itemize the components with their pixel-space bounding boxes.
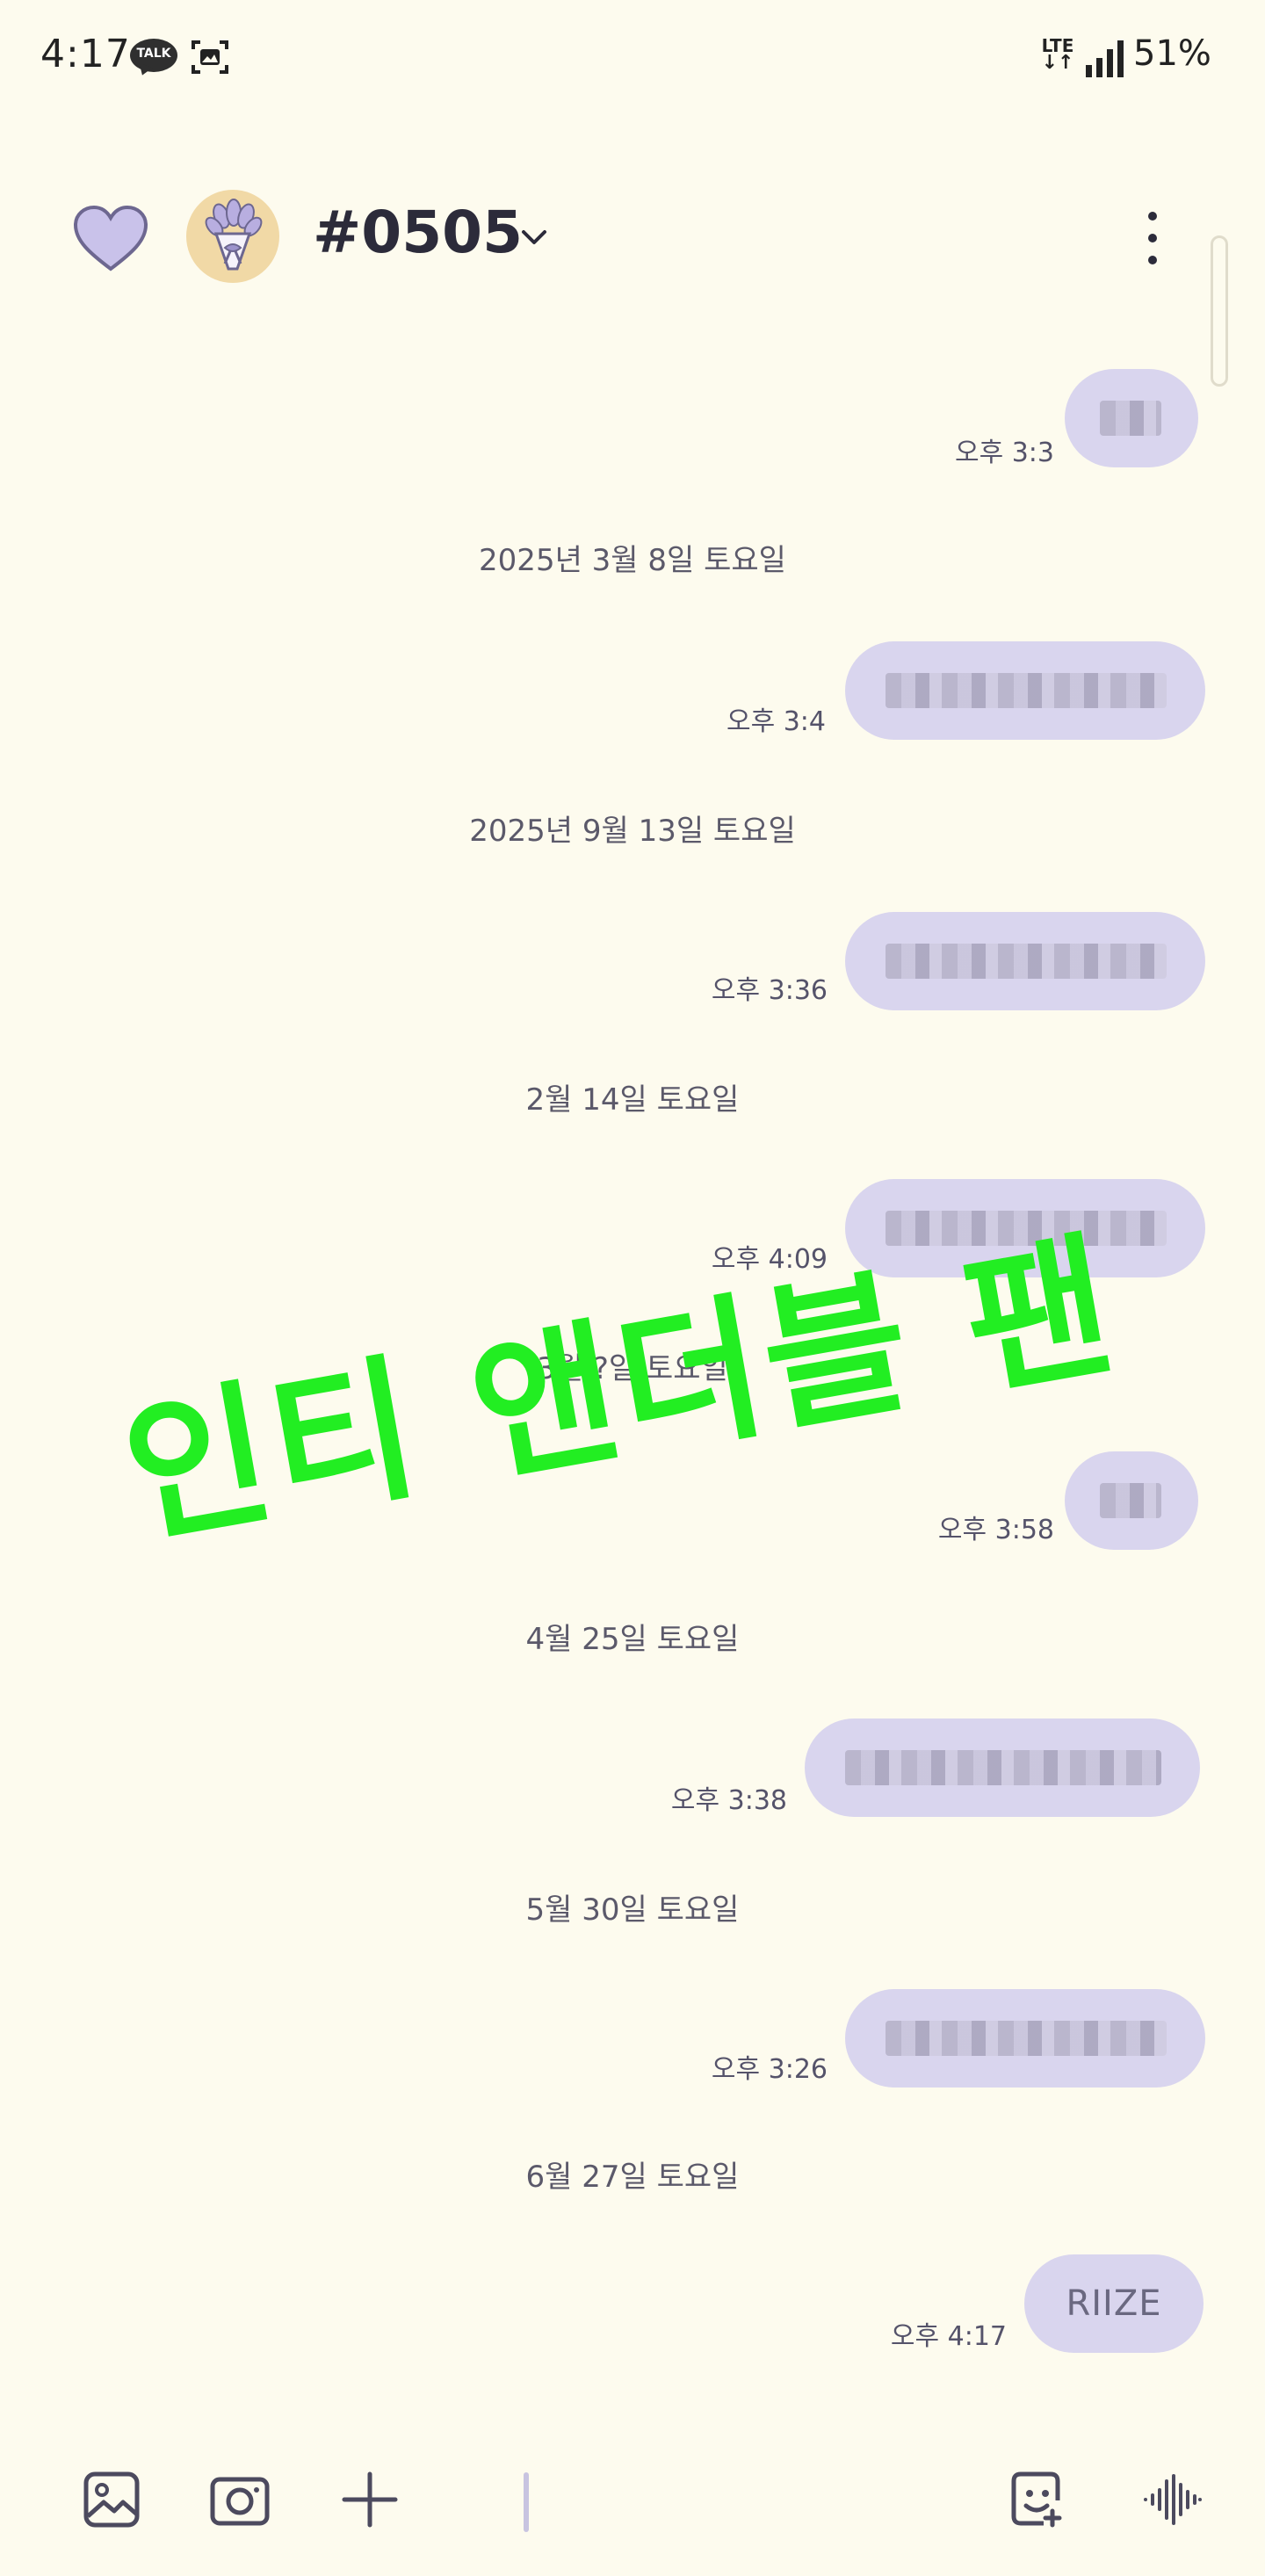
date-separator: 2월 14일 토요일 xyxy=(525,1082,740,1118)
input-bar xyxy=(0,2451,1265,2548)
chevron-down-icon[interactable] xyxy=(517,220,552,255)
message-time: 오후 3:38 xyxy=(670,1785,787,1816)
more-options-icon[interactable] xyxy=(1135,207,1170,269)
heart-icon[interactable] xyxy=(72,204,149,274)
date-separator: 4월 25일 토요일 xyxy=(525,1622,740,1657)
date-separator: 2025년 3월 8일 토요일 xyxy=(479,543,786,578)
message-bubble[interactable] xyxy=(805,1719,1200,1817)
message-bubble[interactable] xyxy=(1065,369,1198,467)
date-separator: 6월 27일 토요일 xyxy=(525,2160,740,2195)
message-time: 오후 3:36 xyxy=(711,975,828,1006)
plus-icon[interactable] xyxy=(339,2469,401,2530)
message-time: 오후 3:3 xyxy=(954,438,1054,468)
message-time: 오후 4:17 xyxy=(890,2321,1007,2352)
flower-bouquet-icon xyxy=(205,199,263,271)
room-avatar[interactable] xyxy=(186,190,279,283)
message-time: 오후 3:58 xyxy=(937,1515,1054,1545)
message-time: 오후 3:26 xyxy=(711,2054,828,2085)
date-separator: 5월 30일 토요일 xyxy=(525,1892,740,1928)
room-title[interactable]: #0505 xyxy=(313,199,523,266)
screenshot-icon xyxy=(192,40,228,74)
message-time: 오후 3:4 xyxy=(726,706,826,737)
emoticon-icon[interactable] xyxy=(1008,2469,1070,2530)
gallery-icon[interactable] xyxy=(81,2469,142,2530)
message-bubble[interactable] xyxy=(845,1989,1205,2088)
status-time: 4:17 xyxy=(40,32,131,76)
message-text: RIIZE xyxy=(1066,2283,1162,2324)
scrollbar[interactable] xyxy=(1211,235,1228,387)
camera-icon[interactable] xyxy=(209,2469,271,2530)
kakaotalk-notification-icon: TALK xyxy=(130,39,179,78)
message-input-cursor[interactable] xyxy=(524,2472,529,2532)
message-bubble[interactable] xyxy=(845,912,1205,1010)
battery-level: 51% xyxy=(1133,33,1211,74)
message-bubble[interactable] xyxy=(1065,1451,1198,1550)
message-bubble[interactable]: RIIZE xyxy=(1024,2254,1204,2353)
message-bubble[interactable] xyxy=(845,641,1205,740)
voice-icon[interactable] xyxy=(1142,2469,1204,2530)
chat-header: #0505 xyxy=(0,176,1265,299)
signal-icon xyxy=(1086,40,1124,77)
date-separator: 2025년 9월 13일 토요일 xyxy=(469,814,796,849)
status-bar: 4:17 TALK LTE ↓↑ 51% xyxy=(0,0,1265,114)
network-type: LTE ↓↑ xyxy=(1041,35,1074,74)
